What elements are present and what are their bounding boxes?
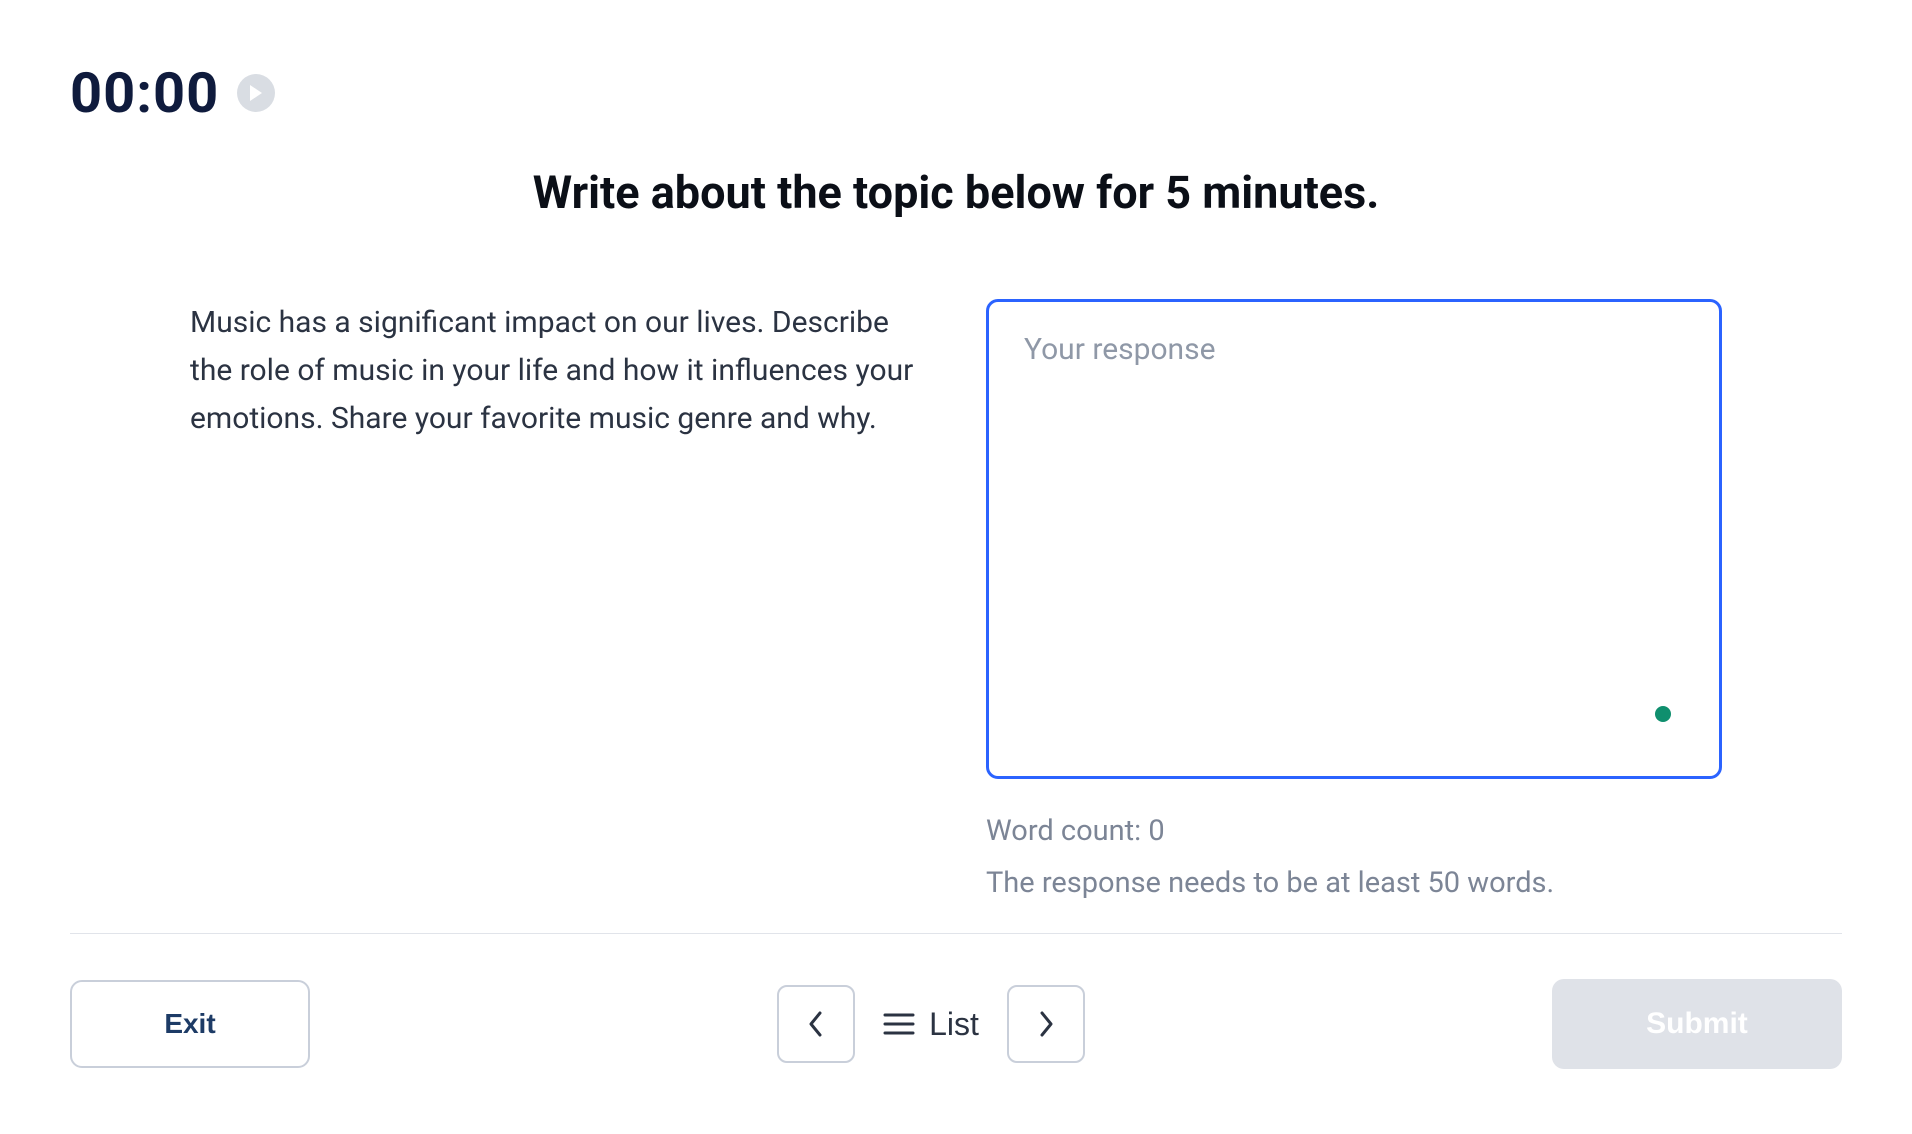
play-button[interactable] [237,74,275,112]
word-count-label: Word count: 0 [986,805,1722,857]
response-meta: Word count: 0 The response needs to be a… [986,805,1722,909]
nav-center: List [777,985,1085,1063]
timer-display: 00:00 [70,60,219,126]
chevron-right-icon [1036,1009,1056,1039]
footer-divider [70,933,1842,934]
content-row: Music has a significant impact on our li… [70,299,1842,909]
next-button[interactable] [1007,985,1085,1063]
response-box[interactable] [986,299,1722,779]
prev-button[interactable] [777,985,855,1063]
footer-bar: Exit List Submit [70,979,1842,1069]
list-icon [883,1011,915,1037]
list-button[interactable]: List [883,1006,979,1043]
timer-row: 00:00 [70,60,1842,126]
list-label: List [929,1006,979,1043]
page-heading: Write about the topic below for 5 minute… [70,166,1842,219]
chevron-left-icon [806,1009,826,1039]
exit-button[interactable]: Exit [70,980,310,1068]
grammar-indicator-icon[interactable] [1655,706,1671,722]
prompt-text: Music has a significant impact on our li… [190,299,926,909]
min-words-hint: The response needs to be at least 50 wor… [986,857,1722,909]
play-icon [248,84,264,102]
main-container: 00:00 Write about the topic below for 5 … [0,0,1912,909]
response-textarea[interactable] [1024,332,1684,746]
response-column: Word count: 0 The response needs to be a… [986,299,1722,909]
submit-button[interactable]: Submit [1552,979,1842,1069]
